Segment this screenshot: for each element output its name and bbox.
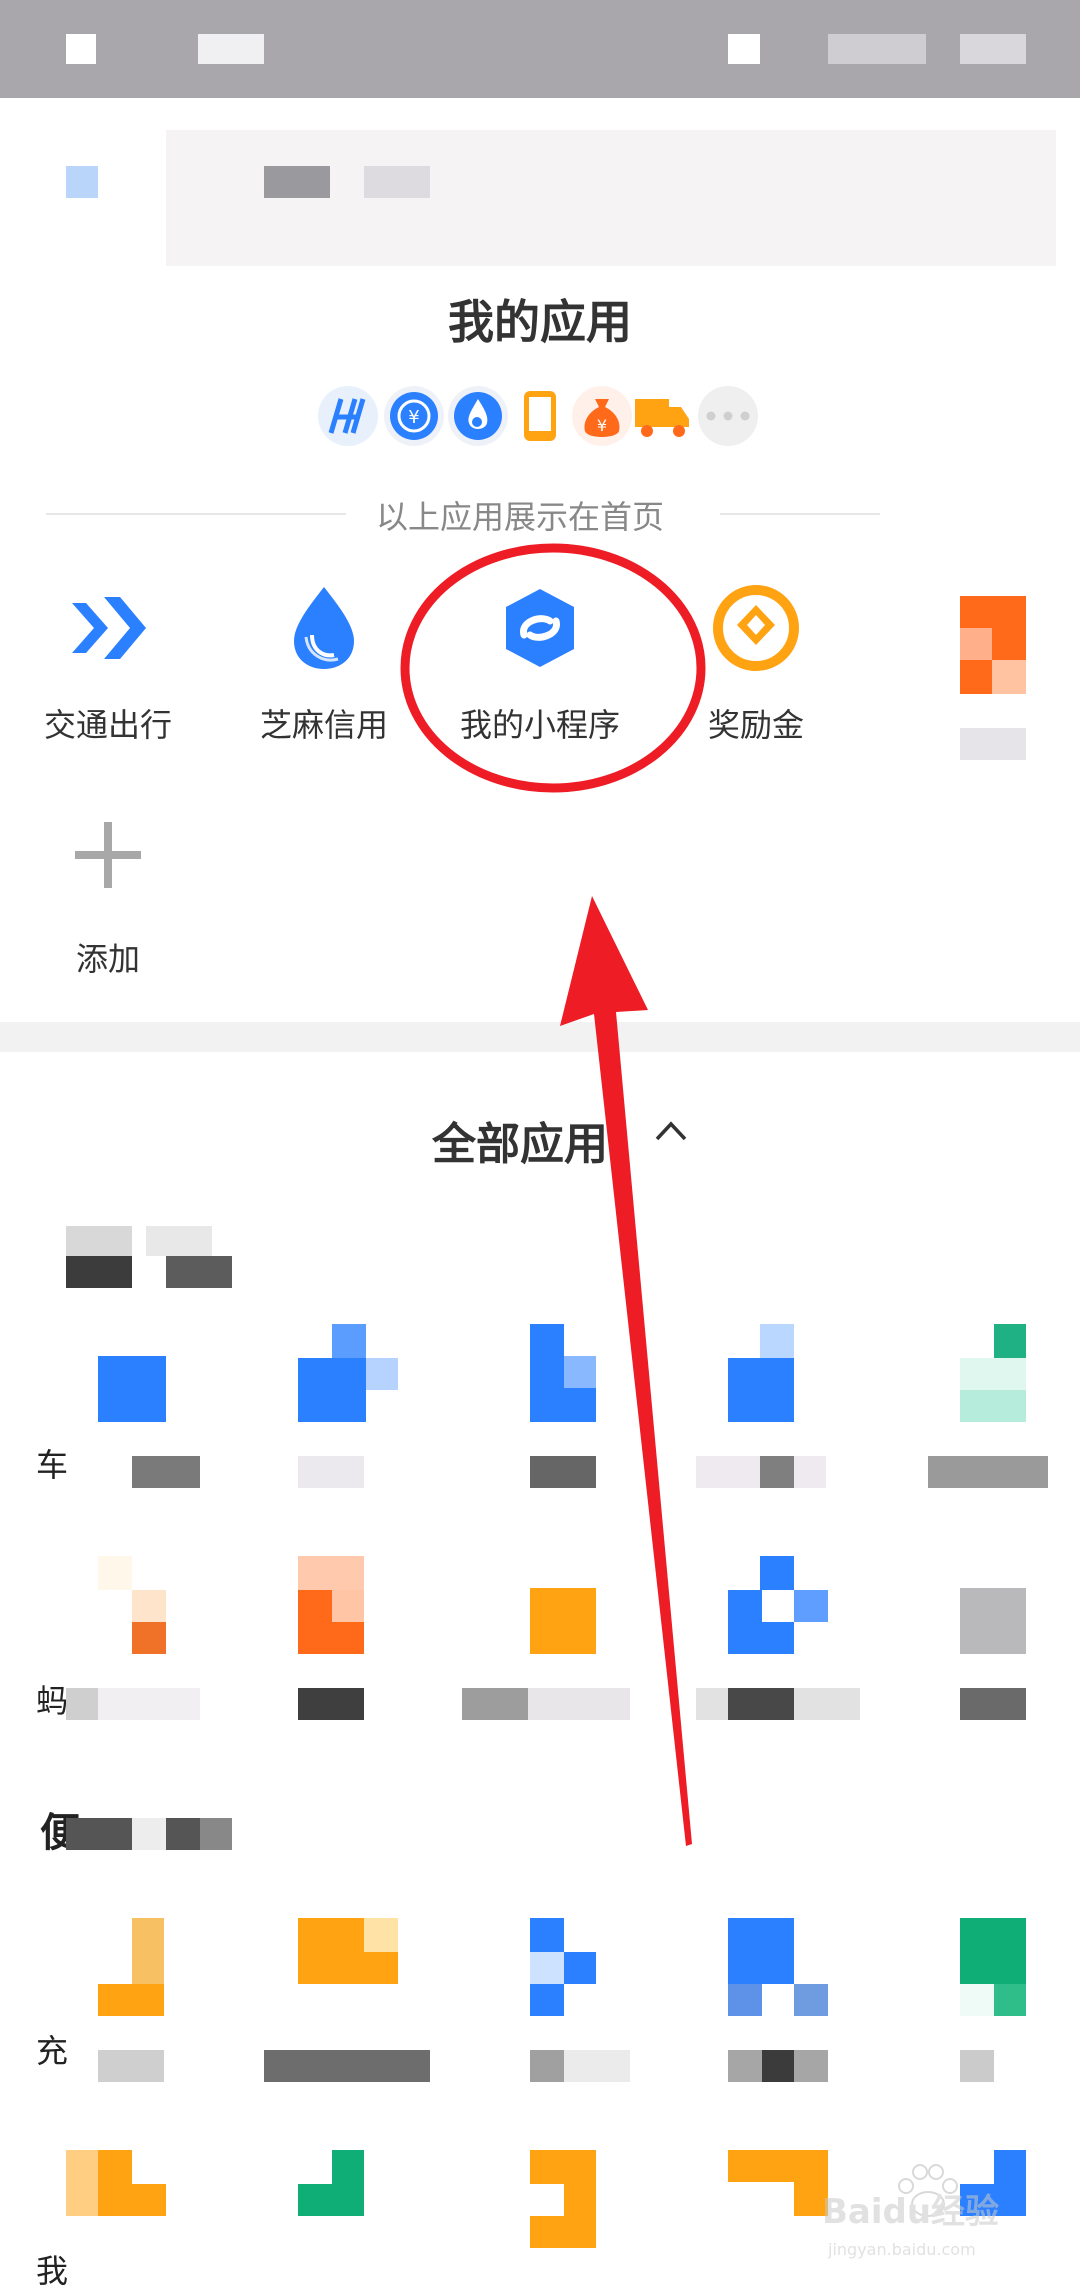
- watermark-url: jingyan.baidu.com: [828, 2240, 976, 2259]
- watermark-brand: Baidu经验: [822, 2192, 1000, 2232]
- highlight-circle: [400, 543, 706, 793]
- annotation-arrow: [560, 896, 692, 1846]
- annotation-overlay: [400, 543, 706, 1846]
- watermark: Baidu经验 jingyan.baidu.com: [822, 2160, 1062, 2270]
